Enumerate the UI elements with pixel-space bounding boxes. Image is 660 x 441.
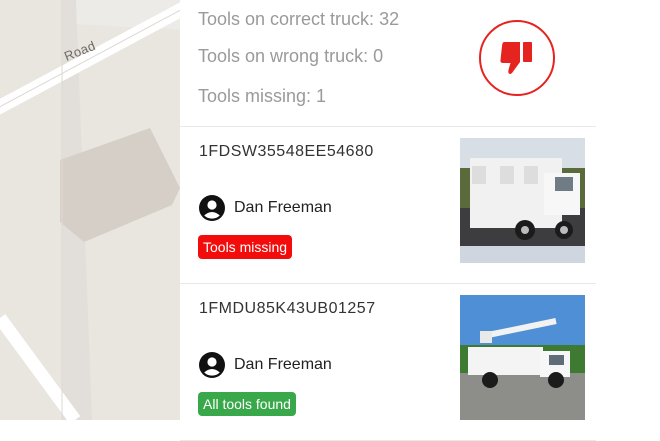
account-circle-icon — [199, 352, 225, 378]
correct-truck-count: Tools on correct truck: 32 — [198, 9, 400, 29]
missing-tools-count: Tools missing: 1 — [198, 86, 327, 106]
driver-name: Dan Freeman — [234, 356, 332, 373]
truck-card[interactable]: 1FDSW35548EE54680 Dan Freeman Tools miss… — [180, 127, 596, 284]
account-circle-icon — [199, 195, 225, 221]
status-badge: Tools missing — [198, 235, 293, 259]
right-gutter — [596, 0, 660, 420]
tool-summary: Tools on correct truck: 32 Tools on wron… — [180, 0, 596, 127]
truck-vin: 1FDSW35548EE54680 — [199, 143, 374, 160]
thumbs-down-button[interactable] — [479, 20, 555, 96]
wrong-truck-count: Tools on wrong truck: 0 — [198, 46, 384, 66]
driver-name: Dan Freeman — [234, 199, 332, 216]
truck-photo — [460, 138, 585, 263]
truck-vin: 1FMDU85K43UB01257 — [199, 300, 376, 317]
truck-photo — [460, 295, 585, 420]
map-roads — [0, 0, 180, 420]
driver-info: Dan Freeman — [199, 351, 332, 379]
truck-list-panel: Tools on correct truck: 32 Tools on wron… — [180, 0, 596, 441]
status-badge: All tools found — [198, 392, 296, 416]
map-view[interactable]: Road — [0, 0, 180, 420]
driver-info: Dan Freeman — [199, 194, 332, 222]
thumbs-down-icon — [500, 42, 532, 74]
truck-card[interactable]: 1FMDU85K43UB01257 Dan Freeman All tools … — [180, 284, 596, 441]
